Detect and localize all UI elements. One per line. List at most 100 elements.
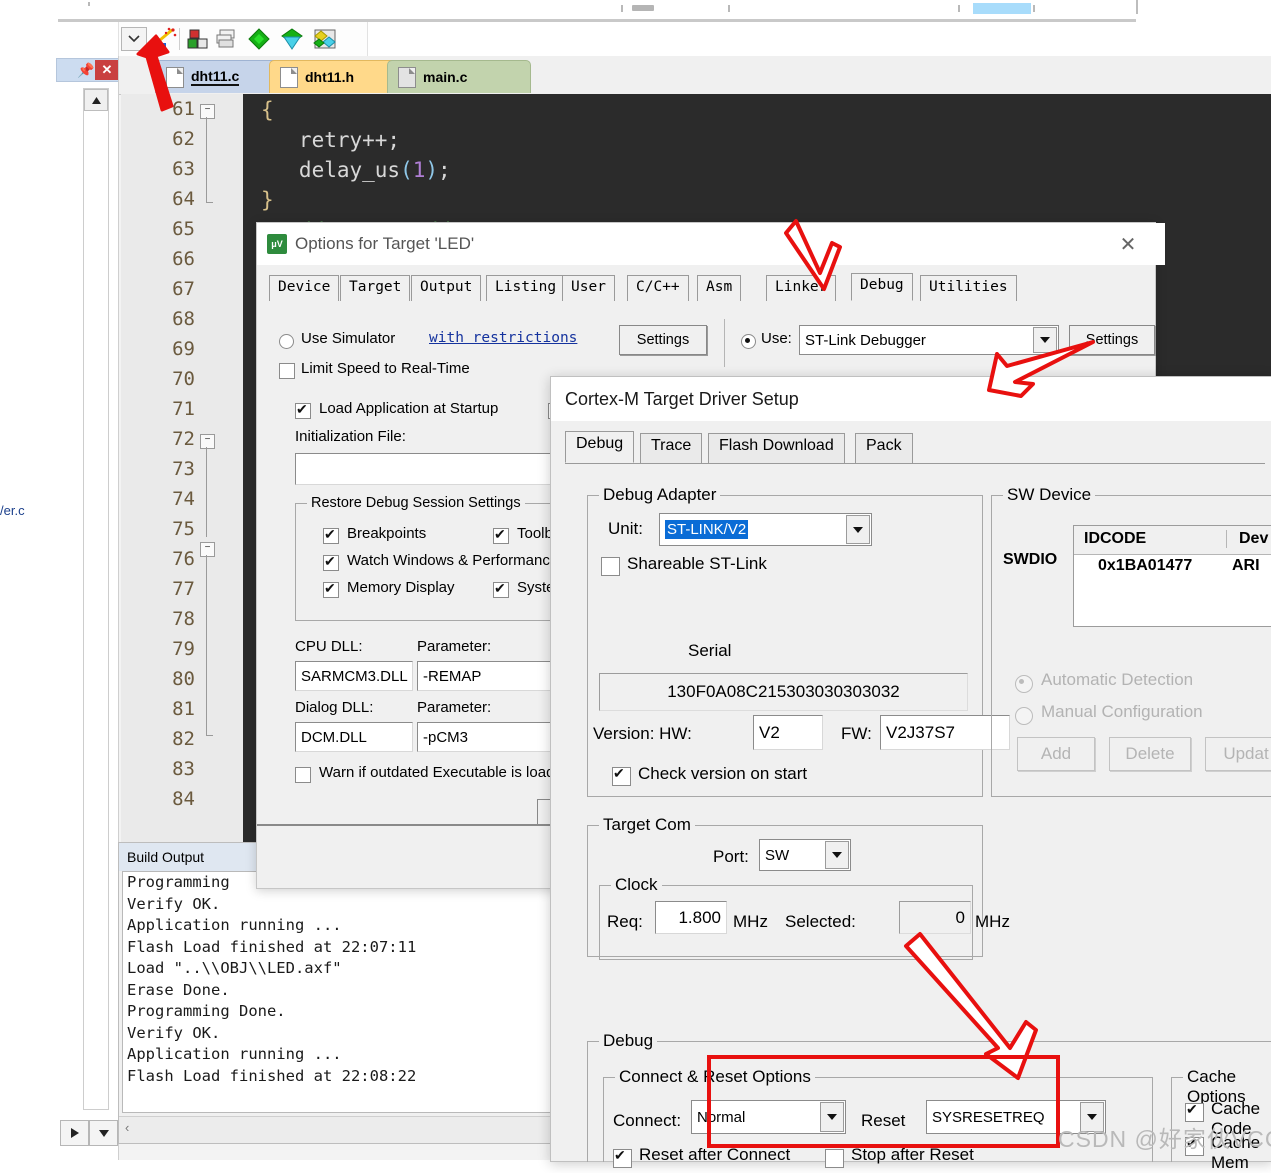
fold-toggle-icon[interactable]: − bbox=[200, 542, 215, 557]
shareable-stlink-label: Shareable ST-Link bbox=[627, 554, 767, 574]
fw-label: FW: bbox=[841, 724, 872, 744]
line-number: 73 bbox=[172, 458, 195, 480]
reset-after-connect-checkbox[interactable] bbox=[613, 1149, 632, 1168]
hw-version-input[interactable]: V2 bbox=[753, 715, 823, 750]
build-line: Flash Load finished at 22:07:11 bbox=[123, 937, 557, 959]
tab-c-cpp[interactable]: C/C++ bbox=[627, 275, 689, 301]
line-number: 84 bbox=[172, 788, 195, 810]
fold-toggle-icon[interactable]: − bbox=[200, 434, 215, 449]
tab-user[interactable]: User bbox=[562, 275, 615, 301]
chevron-down-icon[interactable] bbox=[121, 26, 147, 52]
options-dialog-title: Options for Target 'LED' bbox=[295, 234, 474, 254]
unit-select[interactable]: ST-LINK/V2 bbox=[659, 513, 872, 546]
build-target-icon[interactable] bbox=[185, 26, 211, 52]
manage-runtime-icon[interactable] bbox=[312, 26, 338, 52]
pin-icon[interactable]: 📌 bbox=[77, 60, 95, 80]
tab-debug[interactable]: Debug bbox=[565, 431, 634, 463]
toolbar[interactable] bbox=[118, 22, 368, 57]
build-output-body[interactable]: Programming Verify OK. Application runni… bbox=[122, 871, 558, 1113]
dialog-parameter-label: Parameter: bbox=[417, 699, 491, 716]
shareable-stlink-checkbox[interactable] bbox=[601, 557, 620, 576]
file-icon bbox=[398, 67, 416, 88]
req-unit-label: MHz bbox=[733, 912, 768, 932]
scroll-up-icon[interactable] bbox=[84, 89, 108, 111]
watch-windows-checkbox[interactable] bbox=[323, 555, 339, 571]
load-application-checkbox[interactable] bbox=[295, 403, 311, 419]
tab-pack[interactable]: Pack bbox=[855, 433, 913, 463]
options-tabstrip[interactable]: Device Target Output Listing User C/C++ … bbox=[269, 275, 1143, 302]
breakpoints-checkbox[interactable] bbox=[323, 528, 339, 544]
sw-device-label: SW Device bbox=[1003, 485, 1095, 505]
cpu-dll-input[interactable]: SARMCM3.DLL bbox=[295, 661, 413, 691]
fold-toggle-icon[interactable]: − bbox=[200, 104, 215, 119]
close-icon[interactable]: ✕ bbox=[95, 60, 119, 80]
toolbox-checkbox[interactable] bbox=[493, 528, 509, 544]
initialization-file-input[interactable] bbox=[295, 453, 565, 485]
chevron-down-icon[interactable] bbox=[846, 515, 870, 544]
debugger-select[interactable]: ST-Link Debugger bbox=[799, 325, 1059, 355]
automatic-detection-radio[interactable] bbox=[1015, 675, 1033, 693]
batch-build-icon[interactable] bbox=[213, 26, 239, 52]
editor-tabbar[interactable]: dht11.c dht11.h main.c bbox=[119, 56, 1271, 95]
memory-display-checkbox[interactable] bbox=[323, 582, 339, 598]
editor-tab-label: main.c bbox=[423, 69, 467, 85]
cell-device: ARI bbox=[1232, 557, 1260, 575]
tab-asm[interactable]: Asm bbox=[697, 275, 741, 301]
sw-device-table[interactable]: IDCODE Dev 0x1BA01477 ARI bbox=[1073, 525, 1271, 627]
with-restrictions-link[interactable]: with restrictions bbox=[429, 330, 577, 346]
configuration-wizard-icon[interactable] bbox=[152, 26, 178, 52]
editor-tab-main-c[interactable]: main.c bbox=[387, 60, 531, 93]
swdio-label: SWDIO bbox=[1003, 551, 1057, 569]
table-row[interactable]: 0x1BA01477 ARI bbox=[1074, 554, 1271, 584]
cortex-tabstrip[interactable]: Debug Trace Flash Download Pack bbox=[565, 433, 1265, 464]
manual-configuration-radio[interactable] bbox=[1015, 707, 1033, 725]
tab-utilities[interactable]: Utilities bbox=[920, 275, 1017, 301]
selected-clock-value: 0 bbox=[899, 901, 971, 934]
add-button[interactable]: Add bbox=[1017, 737, 1095, 771]
tab-flash-download[interactable]: Flash Download bbox=[708, 433, 845, 463]
use-debugger-radio[interactable] bbox=[741, 334, 756, 349]
options-close-button[interactable]: ✕ bbox=[1113, 231, 1143, 257]
system-viewer-checkbox[interactable] bbox=[493, 582, 509, 598]
cortex-m-target-driver-setup-dialog: Cortex-M Target Driver Setup Debug Trace… bbox=[550, 376, 1271, 1162]
req-clock-input[interactable]: 1.800 bbox=[655, 901, 727, 934]
tab-target[interactable]: Target bbox=[340, 275, 410, 301]
tab-listing[interactable]: Listing bbox=[486, 275, 565, 301]
cell-idcode: 0x1BA01477 bbox=[1098, 557, 1192, 575]
tab-trace[interactable]: Trace bbox=[640, 433, 702, 463]
use-simulator-radio[interactable] bbox=[279, 334, 294, 349]
project-scrollbar[interactable] bbox=[83, 88, 109, 1110]
warn-outdated-checkbox[interactable] bbox=[295, 767, 311, 783]
update-button[interactable]: Updat bbox=[1205, 737, 1271, 771]
editor-tab-label: dht11.c bbox=[191, 68, 239, 86]
check-version-checkbox[interactable] bbox=[612, 767, 631, 786]
pack-installer-icon[interactable] bbox=[279, 26, 305, 52]
port-select[interactable]: SW bbox=[759, 839, 851, 871]
tab-debug[interactable]: Debug bbox=[851, 273, 913, 301]
tab-device[interactable]: Device bbox=[269, 275, 339, 301]
debug-adapter-label: Debug Adapter bbox=[599, 485, 720, 505]
tab-linker[interactable]: Linker bbox=[766, 275, 836, 301]
nav-dropdown-icon[interactable] bbox=[89, 1120, 118, 1146]
chevron-down-icon[interactable] bbox=[1033, 327, 1057, 353]
nav-right-icon[interactable] bbox=[60, 1120, 89, 1146]
manual-configuration-label: Manual Configuration bbox=[1041, 702, 1203, 722]
tab-output[interactable]: Output bbox=[411, 275, 481, 301]
project-file-label[interactable]: /er.c bbox=[0, 503, 25, 518]
chevron-down-icon[interactable] bbox=[825, 841, 849, 869]
debugger-settings-button[interactable]: Settings bbox=[1069, 325, 1155, 355]
dialog-dll-input[interactable]: DCM.DLL bbox=[295, 722, 413, 752]
selected-unit-label: MHz bbox=[975, 912, 1010, 932]
simulator-settings-button[interactable]: Settings bbox=[619, 325, 707, 355]
build-line: Erase Done. bbox=[123, 980, 557, 1002]
limit-speed-checkbox[interactable] bbox=[279, 363, 295, 379]
file-icon bbox=[166, 67, 184, 88]
project-dock-header[interactable]: 📌 ✕ bbox=[56, 58, 120, 82]
manage-components-icon[interactable] bbox=[246, 26, 272, 52]
editor-tab-label: dht11.h bbox=[305, 69, 354, 85]
top-ruler-strip bbox=[0, 0, 1271, 22]
delete-button[interactable]: Delete bbox=[1109, 737, 1191, 771]
warn-outdated-label: Warn if outdated Executable is load bbox=[319, 764, 554, 781]
stop-after-reset-checkbox[interactable] bbox=[825, 1149, 844, 1168]
project-nav-buttons[interactable] bbox=[60, 1120, 118, 1146]
